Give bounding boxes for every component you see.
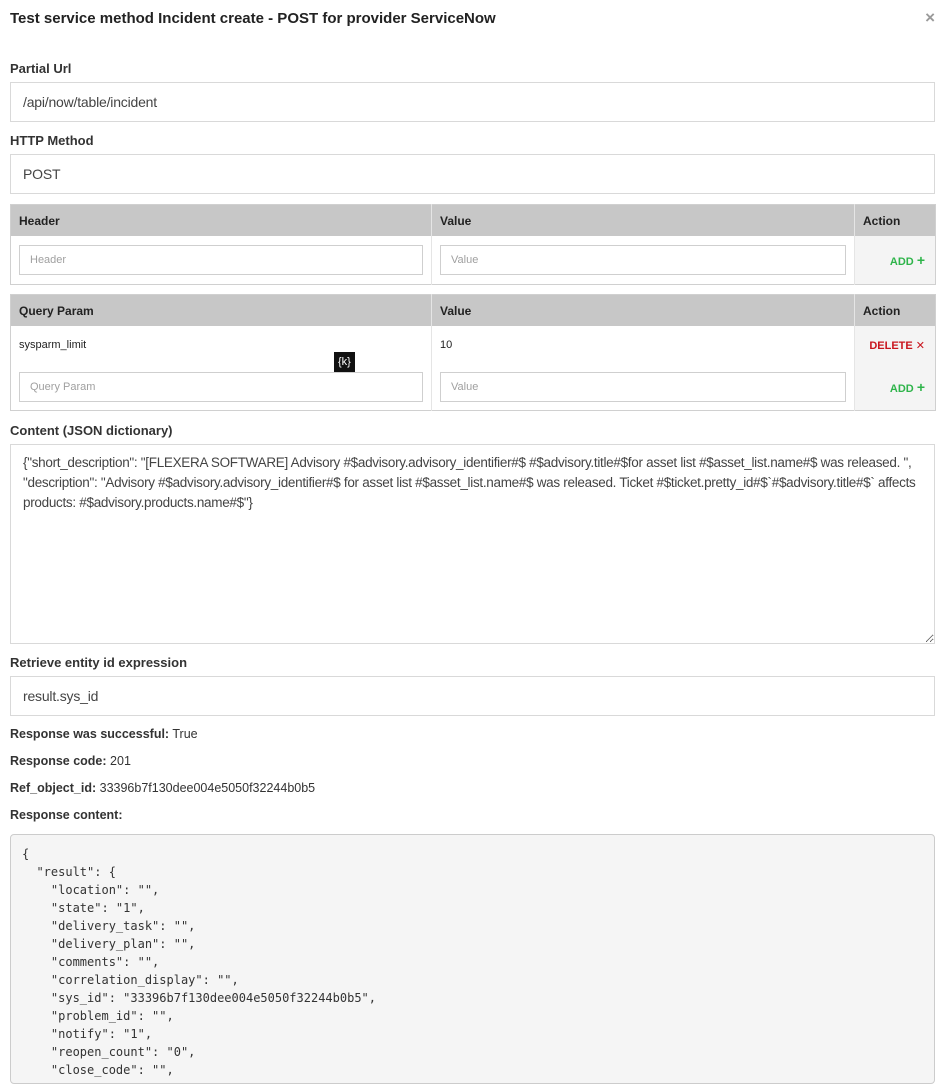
headers-table: Header Value Action ADD + xyxy=(10,204,936,285)
entity-expression-field[interactable]: result.sys_id xyxy=(10,676,935,716)
content-label: Content (JSON dictionary) xyxy=(10,423,173,438)
table-row: sysparm_limit 10 DELETE ✕ xyxy=(10,326,936,364)
query-param-column-header: Query Param xyxy=(10,294,432,326)
query-param-key-input[interactable] xyxy=(19,371,423,402)
add-query-param-label: ADD xyxy=(889,382,914,395)
response-code: Response code: 201 xyxy=(10,754,131,768)
ref-object-id-label: Ref_object_id: xyxy=(10,781,97,795)
partial-url-field[interactable]: /api/now/table/incident xyxy=(10,82,935,122)
query-param-key: sysparm_limit xyxy=(10,326,432,364)
close-icon[interactable]: × xyxy=(925,8,935,28)
ref-object-id-value: 33396b7f130dee004e5050f32244b0b5 xyxy=(99,781,316,795)
plus-icon: + xyxy=(916,378,925,395)
query-params-table: Query Param Value Action sysparm_limit 1… xyxy=(10,294,936,411)
add-query-param-button[interactable]: ADD + xyxy=(863,379,927,395)
add-header-label: ADD xyxy=(889,255,914,268)
header-column-header: Header xyxy=(10,204,432,236)
delete-label: DELETE xyxy=(869,339,913,352)
response-content-block[interactable]: { "result": { "location": "", "state": "… xyxy=(10,834,935,1084)
response-success-label: Response was successful: xyxy=(10,727,170,741)
response-content-label: Response content: xyxy=(10,808,123,822)
action-column-header: Action xyxy=(854,204,936,236)
action-column-header: Action xyxy=(854,294,936,326)
query-param-value: 10 xyxy=(431,326,855,364)
header-value-input[interactable] xyxy=(440,244,846,275)
variable-tooltip: {k} xyxy=(334,352,355,372)
http-method-label: HTTP Method xyxy=(10,133,94,148)
partial-url-label: Partial Url xyxy=(10,61,72,76)
ref-object-id: Ref_object_id: 33396b7f130dee004e5050f32… xyxy=(10,781,315,795)
plus-icon: + xyxy=(916,251,925,268)
response-code-value: 201 xyxy=(110,754,131,768)
response-content-heading: Response content: xyxy=(10,808,123,822)
value-column-header: Value xyxy=(431,204,855,236)
dialog-title: Test service method Incident create - PO… xyxy=(10,10,496,27)
header-key-input[interactable] xyxy=(19,244,423,275)
delete-query-param-button[interactable]: DELETE ✕ xyxy=(863,339,927,352)
add-header-button[interactable]: ADD + xyxy=(863,252,927,268)
content-textarea[interactable]: {"short_description": "[FLEXERA SOFTWARE… xyxy=(10,444,935,644)
query-param-value-input[interactable] xyxy=(440,371,846,402)
close-icon: ✕ xyxy=(915,339,925,352)
value-column-header: Value xyxy=(431,294,855,326)
response-code-label: Response code: xyxy=(10,754,107,768)
response-success-value: True xyxy=(172,727,198,741)
response-success: Response was successful: True xyxy=(10,727,198,741)
entity-expression-label: Retrieve entity id expression xyxy=(10,655,188,670)
http-method-field[interactable]: POST xyxy=(10,154,935,194)
